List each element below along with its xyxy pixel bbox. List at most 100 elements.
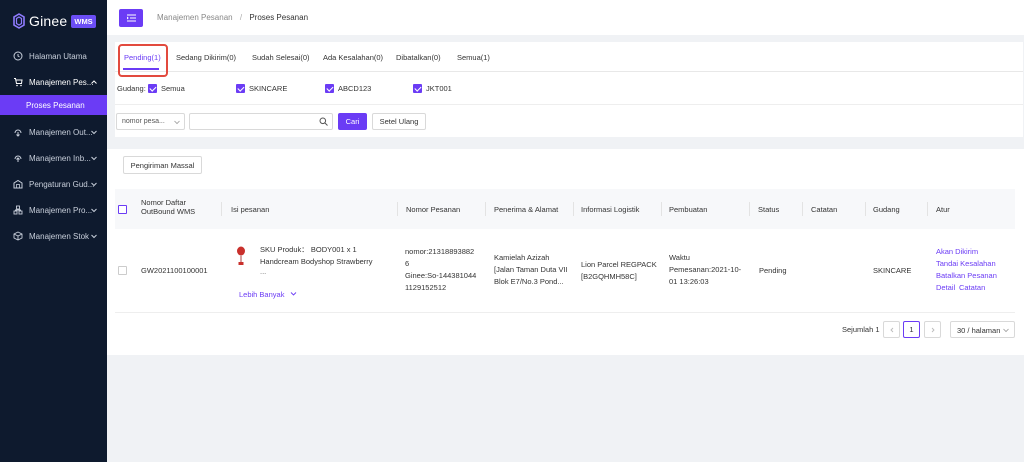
action-akan-dikirim[interactable]: Akan Dikirim (936, 246, 978, 258)
row-checkbox[interactable] (118, 266, 127, 275)
logo[interactable]: Ginee WMS (0, 0, 107, 42)
cell-logistics: Lion Parcel REGPACK [B2GQHMH58C] (581, 259, 657, 283)
sidebar-item-label: Manajemen Inb... (29, 153, 91, 163)
checkbox-label: ABCD123 (338, 84, 372, 93)
tab-sudah-selesai[interactable]: Sudah Selesai(0) (252, 53, 310, 62)
receiver-line: Blok E7/No.3 Pond... (494, 277, 564, 286)
col-header-created: Pembuatan (669, 205, 708, 214)
status-tabs: Pending(1) Sedang Dikirim(0) Sudah Seles… (115, 42, 1023, 72)
checkbox-semua[interactable] (148, 84, 157, 93)
sidebar-item-halaman-utama[interactable]: Halaman Utama (0, 43, 107, 69)
column-separator (485, 202, 486, 216)
logistics-line: [B2GQHMH58C] (581, 272, 637, 281)
col-header-outbound: Nomor Daftar OutBound WMS (141, 198, 195, 216)
sidebar: Ginee WMS Halaman Utama Manajemen Pes...… (0, 0, 107, 462)
breadcrumb: Manajemen Pesanan / Proses Pesanan (157, 13, 308, 22)
column-separator (661, 202, 662, 216)
col-header-logistics: Informasi Logistik (581, 205, 640, 214)
col-header-order-no: Nomor Pesanan (406, 205, 461, 214)
chevron-up-icon (91, 80, 97, 84)
more-link-label: Lebih Banyak (239, 290, 285, 299)
cell-created: Waktu Pemesanan:2021-10- 01 13:26:03 (669, 252, 741, 288)
action-batalkan-pesanan[interactable]: Batalkan Pesanan (936, 270, 997, 282)
chevron-down-icon (174, 120, 180, 125)
tab-semua[interactable]: Semua(1) (457, 53, 490, 62)
action-catatan[interactable]: Catatan (959, 282, 985, 294)
next-page-button[interactable] (924, 321, 941, 338)
col-header-status: Status (758, 205, 780, 214)
action-tandai-kesalahan[interactable]: Tandai Kesalahan (936, 258, 996, 270)
col-header-receiver: Penerima & Alamat (494, 205, 559, 214)
created-line: Waktu (669, 253, 690, 262)
search-button[interactable]: Cari (338, 113, 367, 130)
table-header: Nomor Daftar OutBound WMS Isi pesanan No… (115, 189, 1015, 229)
more-link[interactable]: Lebih Banyak (239, 289, 297, 301)
menu-icon (126, 14, 136, 21)
highlight-annotation (118, 44, 168, 77)
action-detail[interactable]: Detail (936, 282, 955, 294)
checkbox-jkt001[interactable] (413, 84, 422, 93)
chevron-down-icon (290, 292, 296, 296)
cell-warehouse: SKINCARE (873, 266, 912, 275)
cell-receiver: Kamielah Azizah [Jalan Taman Duta VII Bl… (494, 252, 568, 288)
col-header-warehouse: Gudang (873, 205, 900, 214)
sidebar-item-manajemen-produk[interactable]: Manajemen Pro... (0, 197, 107, 223)
tab-sedang-dikirim[interactable]: Sedang Dikirim(0) (176, 53, 236, 62)
cell-order-no: nomor:21318893882 6 Ginee:So-144381044 1… (405, 246, 476, 294)
warehouse-filter: Gudang: Semua SKINCARE ABCD123 JKT001 (115, 82, 1023, 97)
search-icon[interactable] (319, 117, 328, 126)
sidebar-subitem-proses-pesanan[interactable]: Proses Pesanan (0, 95, 107, 115)
chevron-down-icon (1003, 328, 1009, 333)
chevron-left-icon (889, 327, 893, 332)
logo-badge: WMS (71, 14, 96, 28)
sidebar-item-label: Manajemen Stok (29, 231, 90, 241)
checkbox-abcd123[interactable] (325, 84, 334, 93)
select-all-checkbox[interactable] (118, 205, 127, 214)
sidebar-item-manajemen-outbound[interactable]: Manajemen Out... (0, 119, 107, 145)
checkbox-label: SKINCARE (249, 84, 288, 93)
cell-status: Pending (759, 266, 787, 275)
chevron-down-icon (91, 208, 97, 213)
warehouse-icon (12, 178, 24, 190)
order-no-line: 1129152512 (405, 283, 447, 292)
filter-card: Pending(1) Sedang Dikirim(0) Sudah Seles… (115, 42, 1023, 137)
cell-sku: SKU Produk： BODY001 x 1 (260, 245, 357, 254)
page-size-select[interactable]: 30 / halaman (950, 321, 1015, 338)
col-header-outbound-line2: OutBound WMS (141, 207, 196, 216)
row-divider (115, 312, 1015, 313)
checkbox-skincare[interactable] (236, 84, 245, 93)
tab-dibatalkan[interactable]: Dibatalkan(0) (396, 53, 441, 62)
sidebar-item-manajemen-pesanan[interactable]: Manajemen Pes... (0, 69, 107, 95)
breadcrumb-separator: / (239, 13, 243, 22)
cell-product-name: Handcream Bodyshop Strawberry (260, 257, 373, 266)
chevron-right-icon (931, 327, 935, 332)
sidebar-item-manajemen-inbound[interactable]: Manajemen Inb... (0, 145, 107, 171)
tab-ada-kesalahan[interactable]: Ada Kesalahan(0) (323, 53, 383, 62)
sidebar-item-label: Manajemen Pes... (29, 77, 94, 87)
orders-card: Pengiriman Massal Nomor Daftar OutBound … (107, 149, 1024, 355)
search-input[interactable] (189, 113, 333, 130)
sidebar-item-manajemen-stok[interactable]: Manajemen Stok (0, 223, 107, 249)
cell-ellipsis: ... (260, 267, 267, 276)
mass-ship-button[interactable]: Pengiriman Massal (123, 156, 202, 174)
col-header-actions: Atur (936, 205, 950, 214)
breadcrumb-parent[interactable]: Manajemen Pesanan (157, 13, 233, 22)
column-separator (397, 202, 398, 216)
product-thumbnail (237, 246, 245, 265)
cell-outbound-no: GW2021100100001 (141, 266, 208, 275)
created-line: 01 13:26:03 (669, 277, 709, 286)
column-separator (802, 202, 803, 216)
created-line: Pemesanan:2021-10- (669, 265, 742, 274)
page-1-button[interactable]: 1 (903, 321, 920, 338)
logistics-line: Lion Parcel REGPACK (581, 260, 657, 269)
reset-button[interactable]: Setel Ulang (372, 113, 426, 130)
product-icon (12, 204, 24, 216)
prev-page-button[interactable] (883, 321, 900, 338)
receiver-line: Kamielah Azizah (494, 253, 550, 262)
breadcrumb-current: Proses Pesanan (249, 13, 309, 22)
order-no-line: 6 (405, 259, 410, 268)
menu-toggle-button[interactable] (119, 8, 143, 27)
inbound-icon (12, 152, 24, 164)
search-type-select[interactable]: nomor pesa... (116, 113, 185, 130)
sidebar-item-pengaturan-gudang[interactable]: Pengaturan Gud... (0, 171, 107, 197)
